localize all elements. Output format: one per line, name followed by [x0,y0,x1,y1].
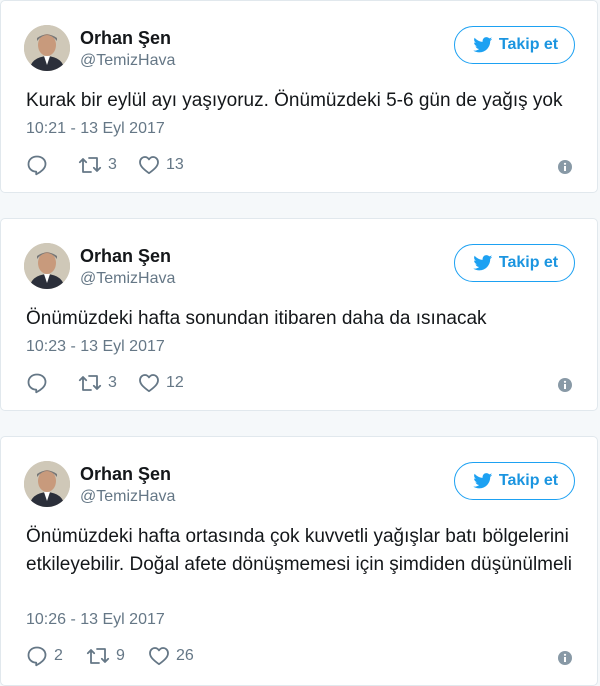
retweet-icon [78,154,102,176]
tweet-text: Önümüzdeki hafta ortasında çok kuvvetli … [26,526,572,575]
info-icon[interactable] [557,159,573,175]
like-icon [138,372,160,394]
author-name[interactable]: Orhan Şen [80,464,171,485]
avatar[interactable] [24,461,70,507]
like-button[interactable]: 13 [138,153,184,177]
author-handle[interactable]: @TemizHava [80,488,175,506]
tweet-text: Önümüzdeki hafta sonundan itibaren daha … [26,308,487,329]
author-name[interactable]: Orhan Şen [80,28,171,49]
like-count: 13 [166,156,184,173]
tweet-card: Orhan Şen @TemizHava Takip et Önümüzdeki… [0,436,598,686]
author-name[interactable]: Orhan Şen [80,246,171,267]
info-icon[interactable] [557,650,573,666]
tweet-timestamp[interactable]: 10:26 - 13 Eyl 2017 [26,611,165,629]
reply-icon [26,372,48,394]
follow-button[interactable]: Takip et [454,462,575,500]
retweet-button[interactable]: 9 [86,644,125,668]
twitter-bird-icon [473,255,493,271]
avatar[interactable] [24,243,70,289]
tweet-text: Kurak bir eylül ayı yaşıyoruz. Önümüzdek… [26,90,563,111]
reply-icon [26,154,48,176]
tweet-card: Orhan Şen @TemizHava Takip et Önümüzdeki… [0,218,598,411]
retweet-count: 9 [116,647,125,664]
follow-button[interactable]: Takip et [454,244,575,282]
like-button[interactable]: 26 [148,644,194,668]
retweet-count: 3 [108,156,117,173]
tweet-card: Orhan Şen @TemizHava Takip et Kurak bir … [0,0,598,193]
follow-label: Takip et [498,472,559,489]
reply-icon [26,645,48,667]
author-handle[interactable]: @TemizHava [80,270,175,288]
follow-button[interactable]: Takip et [454,26,575,64]
reply-count: 2 [54,647,63,664]
tweet-timestamp[interactable]: 10:21 - 13 Eyl 2017 [26,120,165,138]
like-count: 12 [166,374,184,391]
like-count: 26 [176,647,194,664]
like-button[interactable]: 12 [138,371,184,395]
twitter-bird-icon [473,37,493,53]
author-handle[interactable]: @TemizHava [80,52,175,70]
retweet-icon [86,645,110,667]
retweet-count: 3 [108,374,117,391]
follow-label: Takip et [498,254,559,271]
reply-button[interactable] [26,153,54,177]
like-icon [138,154,160,176]
follow-label: Takip et [498,36,559,53]
retweet-button[interactable]: 3 [78,371,117,395]
reply-button[interactable] [26,371,54,395]
retweet-icon [78,372,102,394]
reply-button[interactable]: 2 [26,644,63,668]
twitter-bird-icon [473,473,493,489]
avatar[interactable] [24,25,70,71]
tweet-timestamp[interactable]: 10:23 - 13 Eyl 2017 [26,338,165,356]
like-icon [148,645,170,667]
retweet-button[interactable]: 3 [78,153,117,177]
info-icon[interactable] [557,377,573,393]
